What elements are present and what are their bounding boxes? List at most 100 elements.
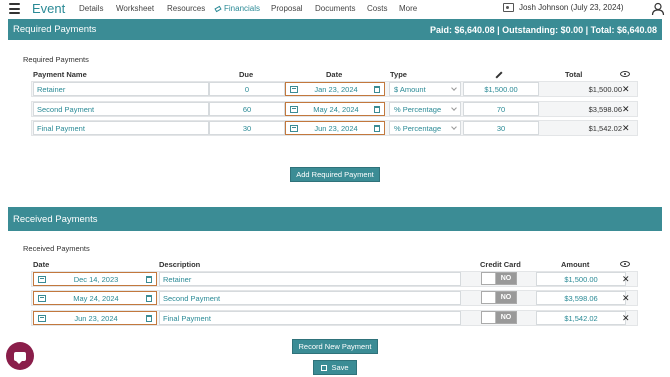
toggle-knob (482, 312, 496, 323)
type-select[interactable]: % Percentage (389, 102, 461, 116)
save-label: Save (331, 363, 349, 372)
toggle-state: NO (496, 312, 516, 323)
record-new-payment-button[interactable]: Record New Payment (292, 339, 378, 354)
toggle-knob (482, 273, 496, 284)
received-date-picker[interactable]: May 24, 2024 (33, 291, 157, 305)
amount-field[interactable]: $3,598.06 (536, 291, 626, 305)
received-date-picker[interactable]: Jun 23, 2024 (33, 311, 157, 325)
chat-icon[interactable] (6, 342, 34, 370)
remove-row-icon[interactable]: ✕ (622, 313, 630, 324)
credit-card-toggle[interactable]: NO (481, 272, 517, 285)
row-total: $1,542.02 (588, 123, 622, 133)
add-required-payment-button[interactable]: Add Required Payment (290, 167, 380, 182)
account-icon[interactable] (651, 2, 665, 16)
required-payment-row: Retainer 0 Jan 23, 2024 $ Amount $1,500.… (31, 81, 638, 97)
trash-icon[interactable] (146, 314, 152, 322)
trash-icon[interactable] (145, 294, 152, 302)
remove-row-icon[interactable]: ✕ (622, 104, 630, 115)
date-picker[interactable]: Jun 23, 2024 (285, 121, 385, 135)
chevron-down-icon (451, 105, 457, 111)
col-credit-card: Credit Card (480, 260, 521, 269)
payment-name-field[interactable]: Second Payment (33, 102, 209, 116)
value-field[interactable]: 30 (463, 121, 539, 135)
brand-title[interactable]: Event (32, 1, 65, 16)
amount-field[interactable]: $1,542.02 (536, 311, 626, 325)
description-field[interactable]: Second Payment (159, 291, 461, 305)
received-date-value: Dec 14, 2023 (73, 274, 119, 284)
due-days-field[interactable]: 60 (209, 102, 285, 116)
credit-card-toggle[interactable]: NO (481, 311, 517, 324)
nav-item-more[interactable]: More (399, 4, 417, 13)
save-button[interactable]: Save (313, 360, 357, 375)
due-days-field[interactable]: 30 (209, 121, 285, 135)
received-payments-title: Received Payments (13, 213, 98, 225)
row-total: $3,598.06 (588, 104, 622, 114)
remove-row-icon[interactable]: ✕ (622, 274, 630, 285)
required-payment-row: Final Payment 30 Jun 23, 2024 % Percenta… (31, 120, 638, 136)
due-days-field[interactable]: 0 (209, 82, 285, 96)
top-nav: Event Details Worksheet Resources Financ… (0, 0, 670, 18)
required-payment-row: Second Payment 60 May 24, 2024 % Percent… (31, 101, 638, 117)
calendar-icon (290, 85, 298, 93)
user-name: Josh Johnson (July 23, 2024) (519, 3, 624, 12)
date-picker[interactable]: May 24, 2024 (285, 102, 385, 116)
date-value: Jan 23, 2024 (314, 84, 358, 94)
nav-item-details[interactable]: Details (79, 4, 103, 13)
payment-totals: Paid: $6,640.08 | Outstanding: $0.00 | T… (430, 24, 657, 35)
trash-icon[interactable] (146, 275, 152, 283)
trash-icon[interactable] (374, 85, 380, 93)
visibility-eye-icon[interactable] (620, 71, 630, 77)
remove-row-icon[interactable]: ✕ (622, 293, 630, 304)
nav-item-resources[interactable]: Resources (167, 4, 205, 13)
nav-item-financials-label: Financials (224, 4, 261, 13)
col-total: Total (565, 70, 583, 79)
contact-card-icon (503, 3, 514, 12)
remove-row-icon[interactable]: ✕ (622, 84, 630, 95)
menu-icon[interactable] (9, 3, 20, 14)
trash-icon[interactable] (374, 124, 380, 132)
date-value: May 24, 2024 (313, 104, 359, 114)
received-payments-label: Received Payments (23, 244, 90, 253)
payment-name-field[interactable]: Final Payment (33, 121, 209, 135)
chevron-down-icon (451, 85, 457, 91)
value-field[interactable]: 70 (463, 102, 539, 116)
col-payment-name: Payment Name (33, 70, 87, 79)
received-date-picker[interactable]: Dec 14, 2023 (33, 272, 157, 286)
amount-field[interactable]: $1,500.00 (536, 272, 626, 286)
col-received-date: Date (33, 260, 50, 269)
nav-item-worksheet[interactable]: Worksheet (116, 4, 154, 13)
description-field[interactable]: Final Payment (159, 311, 461, 325)
nav-item-financials[interactable]: Financials (214, 4, 261, 13)
payment-name-field[interactable]: Retainer (33, 82, 209, 96)
trash-icon[interactable] (373, 105, 380, 113)
calendar-icon (290, 105, 298, 113)
received-payment-row: May 24, 2024 Second Payment NO $3,598.06 (31, 290, 638, 306)
received-payment-row: Dec 14, 2023 Retainer NO $1,500.00 (31, 271, 638, 287)
date-value: Jun 23, 2024 (314, 123, 358, 133)
credit-card-toggle[interactable]: NO (481, 291, 517, 304)
remove-row-icon[interactable]: ✕ (622, 123, 630, 134)
calendar-icon (38, 314, 46, 322)
type-select[interactable]: $ Amount (389, 82, 461, 96)
visibility-eye-icon[interactable] (620, 261, 630, 267)
nav-item-costs[interactable]: Costs (367, 4, 387, 13)
type-value: % Percentage (394, 104, 442, 114)
col-date: Date (326, 70, 343, 79)
col-amount: Amount (561, 260, 590, 269)
received-payments-header: Received Payments (8, 207, 662, 231)
row-total: $1,500.00 (588, 84, 622, 94)
save-icon (321, 364, 328, 371)
chevron-down-icon (451, 124, 457, 130)
col-type: Type (390, 70, 407, 79)
nav-item-documents[interactable]: Documents (315, 4, 355, 13)
description-field[interactable]: Retainer (159, 272, 461, 286)
nav-item-proposal[interactable]: Proposal (271, 4, 303, 13)
date-picker[interactable]: Jan 23, 2024 (285, 82, 385, 96)
value-field[interactable]: $1,500.00 (463, 82, 539, 96)
type-select[interactable]: % Percentage (389, 121, 461, 135)
user-info[interactable]: Josh Johnson (July 23, 2024) (503, 3, 624, 12)
required-payments-title: Required Payments (13, 24, 97, 35)
required-payments-header: Required Payments Paid: $6,640.08 | Outs… (8, 19, 662, 40)
calendar-icon (38, 294, 46, 302)
edit-pencil-icon[interactable] (495, 71, 503, 79)
